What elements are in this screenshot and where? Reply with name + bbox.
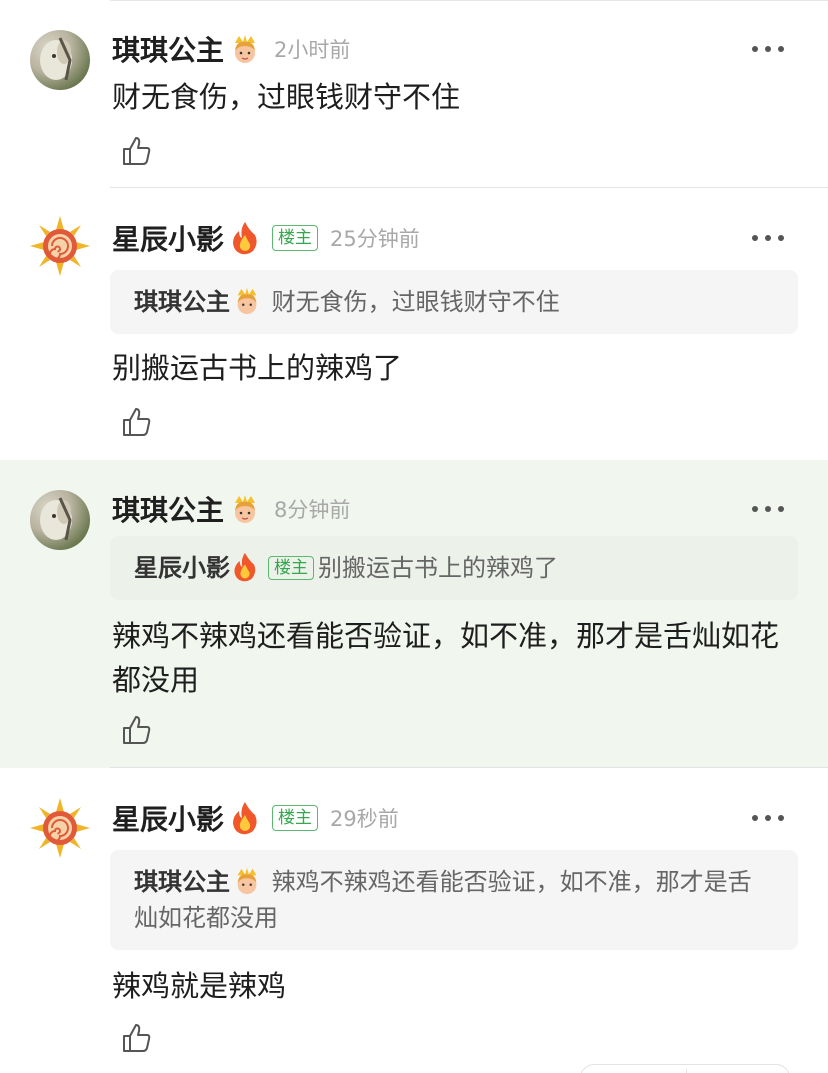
- princess-icon: [228, 32, 262, 66]
- timestamp: 2小时前: [274, 38, 351, 62]
- thumbs-up-icon[interactable]: [120, 1022, 152, 1054]
- comment-text: 辣鸡不辣鸡还看能否验证，如不准，那才是舌灿如花都没用: [112, 619, 780, 697]
- comment-item: 琪琪公主 2小时前 财无食伤，过眼钱财守不住: [0, 0, 828, 188]
- fire-icon: [228, 221, 262, 255]
- comment-item: 星辰小影 楼主 25分钟前 琪琪公主 财无食伤，过眼钱财守不住 别搬运古书上的辣…: [0, 188, 828, 460]
- comment-header: 星辰小影 楼主 29秒前: [112, 798, 399, 838]
- fire-icon: [228, 801, 262, 835]
- quoted-reply[interactable]: 琪琪公主 财无食伤，过眼钱财守不住: [110, 270, 798, 334]
- princess-icon: [232, 286, 262, 316]
- quoted-text: 财无食伤，过眼钱财守不住: [271, 288, 560, 316]
- comment-header: 琪琪公主 2小时前: [112, 29, 350, 69]
- princess-icon: [228, 492, 262, 526]
- thumbs-up-icon[interactable]: [120, 714, 152, 746]
- thumbs-up-icon[interactable]: [120, 406, 152, 438]
- username[interactable]: 琪琪公主: [112, 29, 224, 69]
- avatar[interactable]: [30, 798, 90, 858]
- comment-item: 琪琪公主 8分钟前 星辰小影 楼主 别搬运古书上的辣鸡了 辣鸡不辣鸡还看能否验证，如…: [0, 460, 828, 768]
- avatar[interactable]: [30, 490, 90, 550]
- comment-text: 别搬运古书上的辣鸡了: [112, 351, 403, 385]
- avatar[interactable]: [30, 30, 90, 90]
- quoted-reply[interactable]: 星辰小影 楼主 别搬运古书上的辣鸡了: [110, 536, 798, 600]
- quoted-text: 别搬运古书上的辣鸡了: [318, 554, 558, 582]
- quoted-reply[interactable]: 琪琪公主 辣鸡不辣鸡还看能否验证，如不准，那才是舌灿如花都没用: [110, 850, 798, 950]
- thumbs-up-icon[interactable]: [120, 135, 152, 167]
- timestamp: 8分钟前: [274, 498, 351, 522]
- comment-text: 财无食伤，过眼钱财守不住: [112, 80, 461, 114]
- bottom-action-pill[interactable]: [580, 1064, 790, 1073]
- op-tag: 楼主: [272, 805, 319, 831]
- username[interactable]: 星辰小影: [112, 798, 224, 838]
- quoted-username: 琪琪公主: [134, 868, 230, 896]
- more-options-icon[interactable]: [752, 43, 784, 55]
- quoted-username: 琪琪公主: [134, 288, 230, 316]
- more-options-icon[interactable]: [752, 503, 784, 515]
- op-tag: 楼主: [268, 556, 314, 580]
- username[interactable]: 琪琪公主: [112, 489, 224, 529]
- fire-icon: [232, 552, 262, 582]
- comment-header: 星辰小影 楼主 25分钟前: [112, 218, 420, 258]
- comment-text: 辣鸡就是辣鸡: [112, 969, 287, 1003]
- more-options-icon[interactable]: [752, 812, 784, 824]
- princess-icon: [232, 866, 262, 896]
- comment-header: 琪琪公主 8分钟前: [112, 489, 350, 529]
- avatar[interactable]: [30, 216, 90, 276]
- username[interactable]: 星辰小影: [112, 218, 224, 258]
- quoted-username: 星辰小影: [134, 554, 230, 582]
- more-options-icon[interactable]: [752, 232, 784, 244]
- comment-item: 星辰小影 楼主 29秒前 琪琪公主 辣鸡不辣鸡还看能否验证，如不准，那才是舌灿如…: [0, 768, 828, 1073]
- timestamp: 29秒前: [330, 807, 399, 831]
- op-tag: 楼主: [272, 225, 319, 251]
- timestamp: 25分钟前: [330, 227, 420, 251]
